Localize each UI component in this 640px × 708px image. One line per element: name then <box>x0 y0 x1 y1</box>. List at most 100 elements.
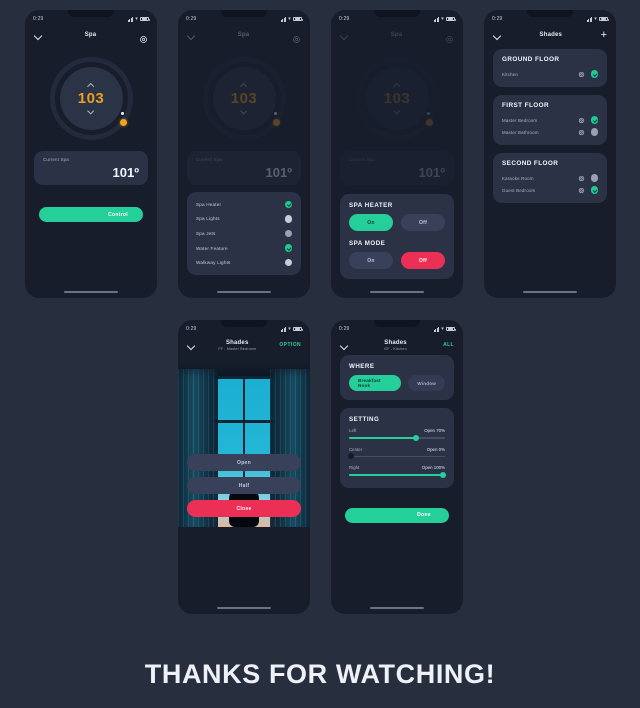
gear-icon[interactable] <box>445 31 454 43</box>
table-row[interactable]: Kitchen <box>502 68 598 80</box>
device-toggle[interactable] <box>284 200 292 209</box>
spa-mode-off-button[interactable]: Off <box>401 252 445 269</box>
slider-track[interactable] <box>349 471 447 478</box>
device-toggle[interactable] <box>284 258 292 267</box>
gear-icon[interactable] <box>578 181 585 199</box>
current-temp-card: Current Spa 101º <box>34 151 148 185</box>
open-button[interactable]: Open <box>187 454 301 471</box>
notch <box>374 320 420 327</box>
control-button[interactable]: Control <box>39 207 143 222</box>
dial-inner: 103 <box>59 66 123 130</box>
room-toggle[interactable] <box>590 116 598 124</box>
footer-text: THANKS FOR WATCHING! <box>144 659 496 689</box>
page-title: Spa <box>348 32 445 38</box>
shade-action-buttons: Open Half Close <box>187 454 301 517</box>
chevron-down-icon[interactable] <box>87 109 95 114</box>
phone-shades-floors: 0:29 ▾ Shades + GROUND FLOOR Kitchen FIR… <box>484 10 616 298</box>
device-toggle[interactable] <box>284 215 292 223</box>
current-temp-card: Current Spa 101º <box>187 151 301 185</box>
home-indicator <box>523 290 577 293</box>
signal-bars-icon <box>433 16 440 22</box>
nav-title-text: Shades <box>384 339 407 346</box>
chevron-down-icon[interactable] <box>340 31 348 39</box>
room-label: Kitchen <box>502 71 519 77</box>
room-toggle[interactable] <box>590 70 598 78</box>
slider-value: Open 70% <box>424 428 445 433</box>
spa-mode-on-button[interactable]: On <box>349 252 393 269</box>
slider-knob[interactable] <box>413 434 420 441</box>
status-time: 0:29 <box>339 16 350 22</box>
chevron-up-icon[interactable] <box>240 83 248 88</box>
table-row[interactable]: Guest Bedroom <box>502 184 598 196</box>
chevron-up-icon[interactable] <box>393 83 401 88</box>
chevron-down-icon[interactable] <box>493 31 501 39</box>
chevron-down-icon[interactable] <box>34 31 42 39</box>
slider-label: Right <box>349 465 360 471</box>
slider-track[interactable] <box>349 434 445 441</box>
notch <box>68 10 114 17</box>
home-indicator <box>217 290 271 293</box>
chip-window[interactable]: Window <box>408 375 445 391</box>
temperature-dial[interactable]: 103 <box>178 45 310 151</box>
device-label: Walkway Lights <box>196 260 231 266</box>
table-row[interactable]: Master Bathroom <box>502 126 598 138</box>
chevron-down-icon[interactable] <box>393 109 401 114</box>
room-label: Guest Bedroom <box>502 187 536 193</box>
current-temp-label: Current Spa <box>43 157 69 162</box>
dial-inner: 103 <box>212 66 276 130</box>
room-toggle[interactable] <box>590 128 598 136</box>
slider-label: Center <box>349 446 363 452</box>
slider-fill <box>349 437 417 439</box>
floor-card-ground: GROUND FLOOR Kitchen <box>493 49 607 87</box>
slider-track[interactable] <box>347 453 445 460</box>
gear-icon[interactable] <box>578 123 585 141</box>
wifi-icon: ▾ <box>135 15 138 22</box>
floor-card-first: FIRST FLOOR Master Bedroom Master Bathro… <box>493 95 607 145</box>
room-toggle[interactable] <box>590 186 598 194</box>
signal-bars-icon <box>127 16 134 22</box>
battery-icon <box>446 16 456 22</box>
room-toggle[interactable] <box>590 174 598 182</box>
gear-icon[interactable] <box>292 31 301 43</box>
dial-ring: 103 <box>202 56 286 140</box>
status-time: 0:29 <box>492 16 503 22</box>
chevron-down-icon[interactable] <box>340 341 348 349</box>
device-toggle[interactable] <box>284 244 292 252</box>
slider-knob[interactable] <box>347 453 354 460</box>
notch <box>221 320 267 327</box>
list-item[interactable]: Spa Heater <box>187 197 301 212</box>
slider-label: Left <box>349 428 357 433</box>
device-label: Spa Heater <box>196 201 222 207</box>
dial-handle[interactable] <box>425 118 433 126</box>
dial-ring: 103 <box>355 56 439 140</box>
close-button[interactable]: Close <box>187 500 301 517</box>
chevron-down-icon[interactable] <box>240 109 248 114</box>
list-item[interactable]: Spa Lights <box>187 212 301 227</box>
list-item[interactable]: Spa Jets <box>187 226 301 241</box>
dial-handle[interactable] <box>272 118 280 126</box>
slider-knob[interactable] <box>440 471 447 478</box>
list-item[interactable]: Water Feature <box>187 241 301 256</box>
status-time: 0:29 <box>186 326 197 332</box>
list-item[interactable]: Walkway Lights <box>187 255 301 270</box>
chevron-down-icon[interactable] <box>187 341 195 349</box>
device-toggle[interactable] <box>284 229 292 238</box>
half-button[interactable]: Half <box>187 477 301 494</box>
all-button[interactable]: ALL <box>443 342 454 348</box>
gear-icon[interactable] <box>578 65 585 83</box>
chevron-down-icon[interactable] <box>187 31 195 39</box>
gear-icon[interactable] <box>139 31 148 43</box>
option-button[interactable]: OPTION <box>279 342 301 348</box>
dial-handle[interactable] <box>119 118 127 126</box>
page-title: Shades FF - Master Bedroom <box>195 340 279 351</box>
temperature-dial[interactable]: 103 <box>25 45 157 151</box>
spa-heater-off-button[interactable]: Off <box>401 214 445 231</box>
spa-heater-on-button[interactable]: On <box>349 214 393 231</box>
chevron-up-icon[interactable] <box>87 83 95 88</box>
chip-breakfast-nook[interactable]: Breakfast Nook <box>349 375 402 391</box>
notch <box>221 10 267 17</box>
done-button[interactable]: Done <box>345 507 449 523</box>
plus-icon[interactable]: + <box>601 29 607 40</box>
temperature-dial[interactable]: 103 <box>331 45 463 151</box>
notch <box>527 10 573 17</box>
